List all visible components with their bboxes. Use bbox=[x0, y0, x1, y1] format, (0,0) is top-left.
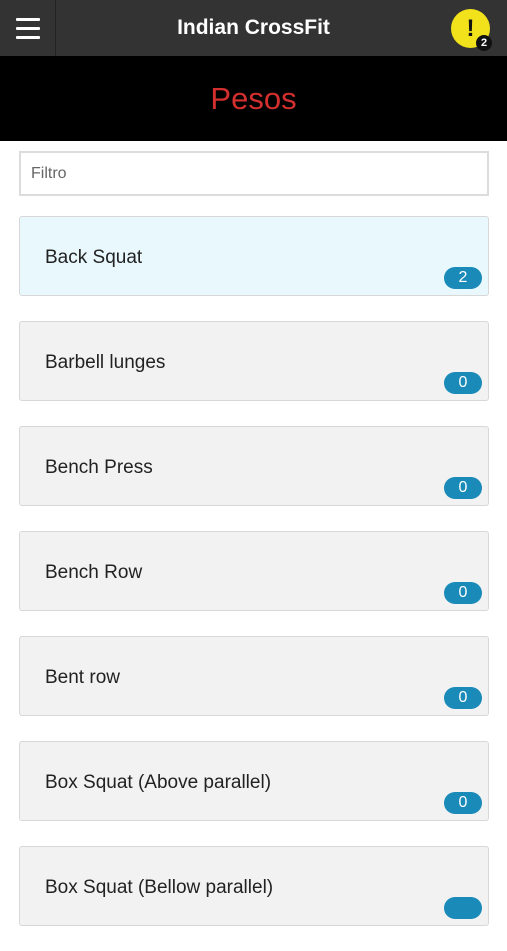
item-label: Back Squat bbox=[45, 247, 143, 268]
count-badge: 0 bbox=[444, 477, 482, 499]
count-badge: 0 bbox=[444, 582, 482, 604]
item-label: Bent row bbox=[45, 667, 120, 688]
list-item[interactable]: Box Squat (Above parallel) 0 bbox=[19, 741, 489, 821]
list-item[interactable]: Bench Row 0 bbox=[19, 531, 489, 611]
count-badge bbox=[444, 897, 482, 919]
count-badge: 0 bbox=[444, 687, 482, 709]
count-badge: 2 bbox=[444, 267, 482, 289]
item-label: Box Squat (Above parallel) bbox=[45, 772, 272, 793]
list-item[interactable]: Box Squat (Bellow parallel) bbox=[19, 846, 489, 926]
list-item[interactable]: Bent row 0 bbox=[19, 636, 489, 716]
hamburger-menu-icon[interactable] bbox=[0, 0, 56, 56]
top-bar: Indian CrossFit ! 2 bbox=[0, 0, 507, 56]
menu-line bbox=[15, 17, 40, 21]
count-badge: 0 bbox=[444, 372, 482, 394]
exercise-list: Back Squat 2 Barbell lunges 0 Bench Pres… bbox=[19, 216, 489, 951]
menu-line bbox=[15, 35, 40, 39]
page-title: Pesos bbox=[0, 56, 507, 141]
list-item[interactable]: Barbell lunges 0 bbox=[19, 321, 489, 401]
filter-input[interactable] bbox=[19, 151, 489, 196]
alert-count-badge: 2 bbox=[476, 35, 492, 51]
item-label: Box Squat (Bellow parallel) bbox=[45, 877, 274, 898]
item-label: Bench Row bbox=[45, 562, 143, 583]
app-title: Indian CrossFit bbox=[177, 16, 330, 39]
item-label: Barbell lunges bbox=[45, 352, 166, 373]
list-item[interactable]: Back Squat 2 bbox=[19, 216, 489, 296]
count-badge: 0 bbox=[444, 792, 482, 814]
list-item[interactable]: Bench Press 0 bbox=[19, 426, 489, 506]
item-label: Bench Press bbox=[45, 457, 153, 478]
menu-line bbox=[15, 26, 40, 30]
